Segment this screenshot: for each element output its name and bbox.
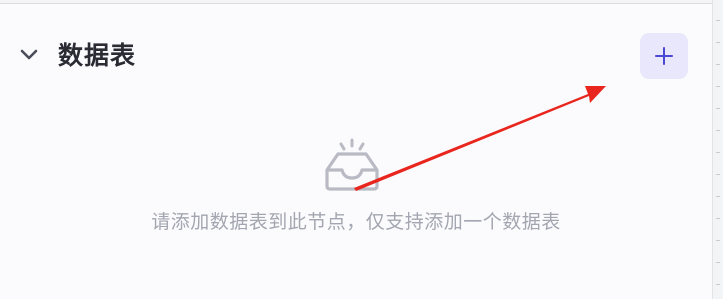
plus-icon <box>655 47 673 65</box>
section-header[interactable]: 数据表 <box>0 28 712 84</box>
chevron-down-icon[interactable] <box>16 42 42 68</box>
scrollbar-tick <box>716 174 720 175</box>
scrollbar-tick <box>716 64 720 65</box>
scrollbar-tick <box>716 42 720 43</box>
empty-inbox-icon <box>322 138 382 194</box>
scrollbar-tick <box>716 218 720 219</box>
scrollbar-tick <box>716 86 720 87</box>
scrollbar-tick <box>716 240 720 241</box>
scrollbar-tick <box>716 196 720 197</box>
add-datatable-button[interactable] <box>640 33 688 79</box>
scrollbar-tick <box>716 152 720 153</box>
empty-state-message: 请添加数据表到此节点，仅支持添加一个数据表 <box>151 211 561 233</box>
scrollbar-tick <box>716 262 720 263</box>
scrollbar-tick <box>716 20 720 21</box>
scrollbar-tick <box>716 284 720 285</box>
scrollbar-tick <box>716 130 720 131</box>
section-title: 数据表 <box>58 41 137 70</box>
datatable-section-panel: 数据表 请添加数据表到此节点，仅支持添加一个数据表 <box>0 3 712 299</box>
scrollbar-tick <box>716 108 720 109</box>
scrollbar-track[interactable] <box>712 0 723 299</box>
